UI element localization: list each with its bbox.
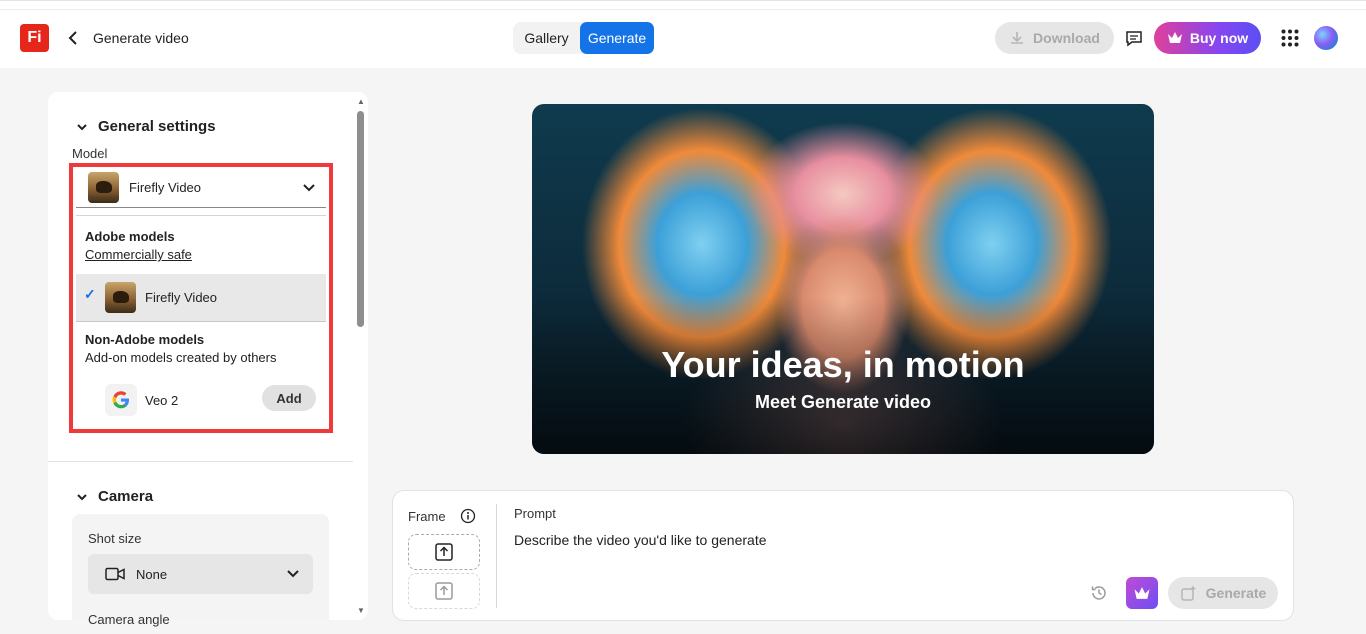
- history-icon: [1091, 586, 1106, 600]
- upload-icon: [435, 582, 453, 600]
- highlight-annotation: [69, 163, 333, 433]
- history-button[interactable]: [1090, 584, 1108, 602]
- shot-size-value: None: [136, 566, 168, 582]
- video-camera-icon: [105, 567, 125, 581]
- browser-divider: [0, 9, 1366, 10]
- shot-size-label: Shot size: [88, 531, 142, 546]
- generate-sparkle-icon: [1180, 585, 1196, 601]
- section-divider: [48, 461, 353, 462]
- window-edge: [0, 0, 1366, 1]
- prompt-label: Prompt: [514, 506, 556, 521]
- camera-title: Camera: [98, 488, 154, 505]
- general-settings-title: General settings: [98, 118, 216, 135]
- camera-header[interactable]: Camera: [76, 488, 153, 505]
- hero-subtitle: Meet Generate video: [754, 392, 932, 412]
- scroll-down-arrow-icon[interactable]: ▼: [357, 606, 365, 615]
- info-icon[interactable]: [460, 508, 476, 524]
- frame-label: Frame: [408, 509, 446, 524]
- tab-generate[interactable]: Generate: [580, 22, 654, 54]
- premium-button[interactable]: [1126, 577, 1158, 609]
- chevron-down-icon: [77, 493, 87, 500]
- model-label: Model: [72, 146, 108, 161]
- download-icon: [1011, 32, 1024, 44]
- chevron-down-icon: [77, 123, 87, 130]
- first-frame-upload[interactable]: [408, 534, 480, 570]
- back-chevron-icon: [68, 31, 77, 45]
- download-button[interactable]: Download: [995, 22, 1114, 54]
- general-settings-header[interactable]: General settings: [76, 118, 216, 135]
- scroll-up-arrow-icon[interactable]: ▲: [357, 97, 365, 106]
- download-label: Download: [1033, 30, 1100, 46]
- apps-grid-icon: [1281, 29, 1299, 47]
- crown-icon: [1167, 32, 1182, 43]
- camera-angle-label: Camera angle: [88, 612, 170, 627]
- generate-button[interactable]: Generate: [1168, 577, 1278, 609]
- generate-label: Generate: [1205, 585, 1267, 601]
- buy-now-button[interactable]: Buy now: [1154, 22, 1261, 54]
- chevron-down-icon: [287, 570, 299, 578]
- firefly-logo[interactable]: Fi: [20, 24, 49, 52]
- upload-icon: [435, 543, 453, 561]
- feedback-button[interactable]: [1123, 27, 1145, 49]
- page-title: Generate video: [93, 30, 189, 46]
- mode-tabs: Gallery Generate: [513, 22, 654, 54]
- comment-icon: [1126, 31, 1142, 47]
- tab-gallery[interactable]: Gallery: [513, 22, 580, 54]
- hero-banner-image: Your ideas, in motion Meet Generate vide…: [532, 104, 1154, 454]
- last-frame-upload[interactable]: [408, 573, 480, 609]
- prompt-divider: [496, 504, 497, 608]
- buy-now-label: Buy now: [1189, 30, 1249, 46]
- prompt-input[interactable]: [514, 529, 1274, 551]
- avatar[interactable]: [1314, 26, 1338, 50]
- scrollbar-thumb[interactable]: [357, 111, 364, 327]
- crown-icon: [1134, 586, 1150, 599]
- back-button[interactable]: [64, 28, 82, 48]
- hero-title: Your ideas, in motion: [661, 344, 1025, 385]
- shot-size-select[interactable]: None: [88, 554, 313, 594]
- apps-button[interactable]: [1281, 29, 1299, 47]
